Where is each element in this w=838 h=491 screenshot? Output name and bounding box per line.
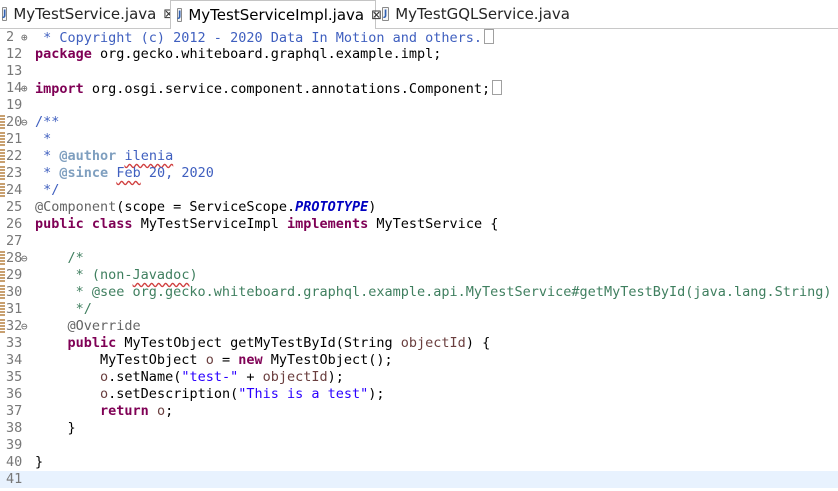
change-marker <box>0 166 5 181</box>
code-editor[interactable]: 2 ⊕ * Copyright (c) 2012 - 2020 Data In M… <box>0 29 838 491</box>
java-file-icon: J <box>177 8 183 22</box>
line-number: 38 <box>6 420 23 436</box>
line-number: 36 <box>6 386 23 402</box>
code-text: */ <box>35 301 92 317</box>
java-file-icon: J <box>382 7 390 21</box>
code-line[interactable]: 30 * @see org.gecko.whiteboard.graphql.e… <box>0 284 838 301</box>
tab-mytestserviceimpl[interactable]: J MyTestServiceImpl.java ⊠ <box>170 0 382 29</box>
tab-label: MyTestGQLService.java <box>395 5 570 23</box>
code-text: * @since Feb 20, 2020 <box>35 165 214 181</box>
code-line[interactable]: 27 <box>0 233 838 250</box>
tab-label: MyTestService.java <box>13 5 157 23</box>
change-marker <box>0 115 5 130</box>
code-text: * @see org.gecko.whiteboard.graphql.exam… <box>35 284 832 300</box>
code-text: } <box>35 454 44 470</box>
line-number: 26 <box>6 216 23 232</box>
folded-content-icon[interactable] <box>484 29 495 44</box>
code-line[interactable]: 23 * @since Feb 20, 2020 <box>0 165 838 182</box>
code-text: o.setName("test-" + objectId); <box>100 369 344 385</box>
code-text: /* <box>35 250 84 266</box>
line-number: 37 <box>6 403 23 419</box>
code-text: import org.osgi.service.component.annota… <box>35 80 503 98</box>
code-text: public MyTestObject getMyTestById(String… <box>67 335 491 351</box>
collapse-fold-icon[interactable]: ⊖ <box>21 318 28 335</box>
line-number: 31 <box>6 301 23 317</box>
line-number: 33 <box>6 335 23 351</box>
line-number: 39 <box>6 437 23 453</box>
line-number: 12 <box>6 46 23 62</box>
code-line[interactable]: 12 package org.gecko.whiteboard.graphql.e… <box>0 46 838 63</box>
tab-label: MyTestServiceImpl.java <box>188 6 365 24</box>
line-number: 13 <box>6 63 23 79</box>
code-line[interactable]: 2 ⊕ * Copyright (c) 2012 - 2020 Data In M… <box>0 29 838 46</box>
code-line[interactable]: 35 o.setName("test-" + objectId); <box>0 369 838 386</box>
code-line[interactable]: 20 ⊖/** <box>0 114 838 131</box>
code-line[interactable]: 32 ⊖ @Override <box>0 318 838 335</box>
line-number: 27 <box>6 233 23 249</box>
collapse-fold-icon[interactable]: ⊖ <box>21 114 28 131</box>
line-number: 22 <box>6 148 23 164</box>
code-text: */ <box>35 182 60 198</box>
code-line[interactable]: 29 * (non-Javadoc) <box>0 267 838 284</box>
change-marker <box>0 302 5 317</box>
change-marker <box>0 183 5 198</box>
code-text: * (non-Javadoc) <box>35 267 198 283</box>
line-number: 40 <box>6 454 23 470</box>
code-line[interactable]: 25 @Component(scope = ServiceScope.PROTOT… <box>0 199 838 216</box>
collapse-fold-icon[interactable]: ⊖ <box>21 250 28 267</box>
code-line[interactable]: 24 */ <box>0 182 838 199</box>
line-number: 19 <box>6 97 23 113</box>
change-marker <box>0 319 5 334</box>
code-text: * Copyright (c) 2012 - 2020 Data In Moti… <box>35 29 495 47</box>
line-number: 25 <box>6 199 23 215</box>
code-text: public class MyTestServiceImpl implement… <box>35 216 499 232</box>
change-marker <box>0 132 5 147</box>
editor-tab-bar: J MyTestService.java ⊠ J MyTestServiceIm… <box>0 0 838 29</box>
change-marker <box>0 149 5 164</box>
code-line[interactable]: 33 public MyTestObject getMyTestById(Str… <box>0 335 838 352</box>
change-marker <box>0 251 5 266</box>
code-text: return o; <box>100 403 174 419</box>
expand-fold-icon[interactable]: ⊕ <box>21 80 28 97</box>
code-line[interactable]: 21 * <box>0 131 838 148</box>
code-line[interactable]: 38 } <box>0 420 838 437</box>
line-number: 35 <box>6 369 23 385</box>
code-line[interactable]: 40} <box>0 454 838 471</box>
code-line[interactable]: 36 o.setDescription("This is a test"); <box>0 386 838 403</box>
line-number: 23 <box>6 165 23 181</box>
line-number: 34 <box>6 352 23 368</box>
code-line[interactable]: 31 */ <box>0 301 838 318</box>
code-line[interactable]: 39 <box>0 437 838 454</box>
line-number: 24 <box>6 182 23 198</box>
code-line[interactable]: 19 <box>0 97 838 114</box>
change-marker <box>0 285 5 300</box>
code-line[interactable]: 26 public class MyTestServiceImpl impleme… <box>0 216 838 233</box>
code-text: /** <box>35 114 60 130</box>
code-text: MyTestObject o = new MyTestObject(); <box>35 352 393 368</box>
code-line[interactable]: 28 ⊖ /* <box>0 250 838 267</box>
line-number: 29 <box>6 267 23 283</box>
code-text: @Override <box>35 318 141 334</box>
line-number: 41 <box>6 471 23 487</box>
code-text: * @author ilenia <box>35 148 174 164</box>
code-text: * <box>35 131 52 147</box>
code-line[interactable]: 34 MyTestObject o = new MyTestObject(); <box>0 352 838 369</box>
code-text: package org.gecko.whiteboard.graphql.exa… <box>35 46 442 62</box>
change-marker <box>0 268 5 283</box>
code-text: } <box>35 420 76 436</box>
tab-mytestgqlservice[interactable]: J MyTestGQLService.java <box>380 0 570 28</box>
code-line[interactable]: 22 * @author ilenia <box>0 148 838 165</box>
tab-mytestservice[interactable]: J MyTestService.java ⊠ <box>0 0 174 28</box>
code-text: @Component(scope = ServiceScope.PROTOTYP… <box>35 199 377 215</box>
code-line[interactable]: 14 ⊕ import org.osgi.service.component.ann… <box>0 80 838 97</box>
code-line[interactable]: 37 return o; <box>0 403 838 420</box>
code-line[interactable]: 41 <box>0 471 838 488</box>
code-line[interactable]: 13 <box>0 63 838 80</box>
code-text: o.setDescription("This is a test"); <box>100 386 385 402</box>
java-file-icon: J <box>2 7 8 21</box>
line-number: 30 <box>6 284 23 300</box>
expand-fold-icon[interactable]: ⊕ <box>21 29 28 46</box>
folded-content-icon[interactable] <box>492 80 503 95</box>
line-number: 21 <box>6 131 23 147</box>
